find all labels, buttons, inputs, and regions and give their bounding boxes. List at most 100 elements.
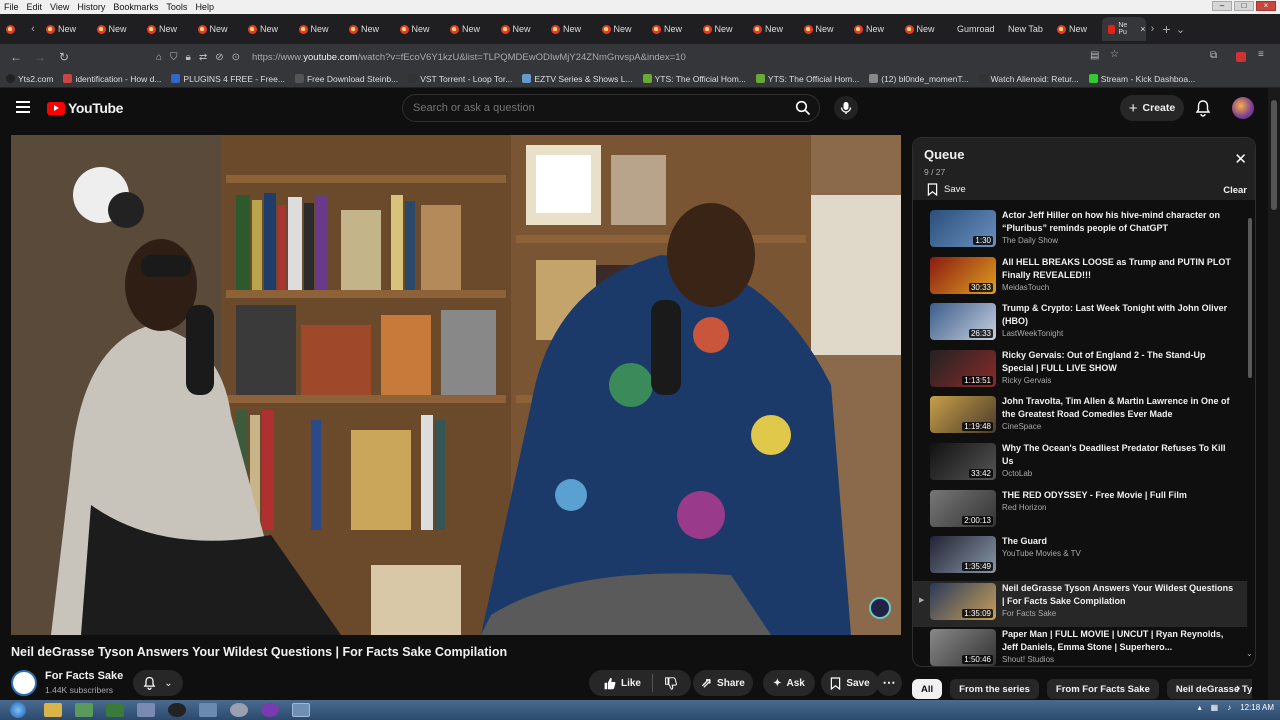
tab-gumroad[interactable]: Gumroad (949, 17, 1000, 41)
bookmark-item[interactable]: YTS: The Official Hom... (642, 74, 746, 84)
tracking-icon[interactable]: ⊘ (215, 52, 223, 63)
site-info-icon[interactable]: ⊙ (232, 52, 240, 63)
chips-next-icon[interactable]: › (1236, 680, 1240, 695)
permissions-icon[interactable]: ⇄ (199, 52, 207, 63)
browser-tab[interactable]: New (747, 17, 798, 41)
queue-scrollbar-thumb[interactable] (1248, 218, 1252, 378)
queue-scrollbar[interactable]: ⌄ (1246, 214, 1254, 658)
taskbar-explorer-icon[interactable] (44, 703, 62, 717)
taskbar-app-icon[interactable] (168, 703, 186, 717)
browser-tab[interactable]: New (495, 17, 546, 41)
queue-clear-button[interactable]: Clear (1223, 185, 1247, 196)
reader-view-icon[interactable]: ▤ (1090, 50, 1099, 61)
menu-view[interactable]: View (46, 2, 73, 12)
chip-all[interactable]: All (912, 679, 943, 699)
scroll-down-icon[interactable]: ⌄ (1246, 649, 1253, 658)
bookmark-item[interactable]: EZTV Series & Shows L... (522, 74, 633, 84)
tab-new-tab[interactable]: New Tab (1000, 17, 1051, 41)
address-bar[interactable]: ⌂ ⛉ 🔒︎ ⇄ ⊘ ⊙ https://www.youtube.com/wat… (150, 46, 1130, 68)
taskbar-browser-icon[interactable] (292, 703, 310, 717)
bookmark-item[interactable]: identification - How d... (63, 74, 161, 84)
browser-tab[interactable]: New (293, 17, 344, 41)
browser-tab[interactable]: New (545, 17, 596, 41)
channel-avatar[interactable] (11, 670, 37, 696)
browser-tab[interactable]: New (899, 17, 950, 41)
chip-from-channel[interactable]: From For Facts Sake (1046, 679, 1159, 699)
queue-item[interactable]: 1:30 Actor Jeff Hiller on how his hive-m… (913, 208, 1247, 255)
browser-tab[interactable]: New (798, 17, 849, 41)
search-input[interactable] (403, 102, 773, 114)
taskbar-app-icon[interactable] (199, 703, 217, 717)
bookmark-item[interactable]: YTS: The Official Hom... (755, 74, 859, 84)
ask-button[interactable]: ✦ Ask (763, 670, 815, 696)
url-text[interactable]: https://www.youtube.com/watch?v=fEcoV6Y1… (252, 52, 686, 63)
search-box[interactable] (402, 94, 820, 122)
taskbar-app-icon[interactable] (137, 703, 155, 717)
bookmark-item[interactable]: Watch Alienoid: Retur... (978, 74, 1079, 84)
forward-icon[interactable]: → (28, 50, 52, 64)
close-queue-icon[interactable]: ✕ (1234, 150, 1247, 168)
menu-edit[interactable]: Edit (23, 2, 47, 12)
tab-active-youtube[interactable]: Ne Pu × (1101, 17, 1146, 41)
menu-tools[interactable]: Tools (162, 2, 191, 12)
channel-watermark-icon[interactable] (869, 597, 891, 619)
browser-tab[interactable]: New (394, 17, 445, 41)
browser-tab[interactable]: New (343, 17, 394, 41)
thumbs-down-icon[interactable] (664, 676, 677, 690)
bookmark-star-icon[interactable]: ☆ (1110, 49, 1119, 60)
tab-pinned[interactable] (0, 17, 26, 41)
queue-item[interactable]: 1:19:48 John Travolta, Tim Allen & Marti… (913, 394, 1247, 441)
menu-icon[interactable]: ≡ (1258, 49, 1264, 60)
page-scrollbar[interactable] (1268, 88, 1280, 700)
chip-from-series[interactable]: From the series (950, 679, 1039, 699)
subscribed-notifications-button[interactable]: ⌄ (133, 670, 183, 696)
queue-item[interactable]: 1:13:51 Ricky Gervais: Out of England 2 … (913, 348, 1247, 395)
taskbar-app-icon[interactable] (261, 703, 279, 717)
back-icon[interactable]: ← (4, 50, 28, 64)
tray-network-icon[interactable]: ▦ (1211, 703, 1219, 712)
home-icon[interactable]: ⌂ (156, 52, 162, 63)
start-button[interactable] (10, 702, 26, 718)
queue-item[interactable]: 30:33 All HELL BREAKS LOOSE as Trump and… (913, 255, 1247, 302)
user-avatar[interactable] (1232, 97, 1254, 119)
tab-list-icon[interactable]: ⌄ (1174, 23, 1188, 36)
clock[interactable]: 12:18 AM (1240, 703, 1274, 712)
menu-history[interactable]: History (73, 2, 109, 12)
taskbar-app-icon[interactable] (106, 703, 124, 717)
new-tab-icon[interactable]: + (1160, 21, 1174, 37)
browser-tab[interactable]: New (91, 17, 142, 41)
scrollbar-thumb[interactable] (1271, 100, 1277, 210)
extensions-icon[interactable]: ⧉ (1210, 50, 1217, 61)
maximize-button[interactable]: □ (1234, 1, 1254, 11)
browser-tab[interactable]: New (596, 17, 647, 41)
bookmark-item[interactable]: Stream - Kick Dashboa... (1088, 74, 1195, 84)
browser-tab[interactable]: New (697, 17, 748, 41)
create-button[interactable]: + Create (1120, 95, 1184, 121)
queue-item[interactable]: 2:00:13 THE RED ODYSSEY - Free Movie | F… (913, 488, 1247, 535)
video-player[interactable] (11, 135, 901, 635)
queue-item-current[interactable]: ▶ 1:35:09 Neil deGrasse Tyson Answers Yo… (913, 580, 1247, 628)
voice-search-button[interactable] (834, 96, 858, 120)
queue-item[interactable]: 33:42 Why The Ocean's Deadliest Predator… (913, 441, 1247, 488)
bookmark-item[interactable]: VST Torrent - Loop Tor... (408, 74, 512, 84)
queue-item[interactable]: 1:50:46 Paper Man | FULL MOVIE | UNCUT |… (913, 627, 1247, 666)
channel-name[interactable]: For Facts Sake (45, 670, 123, 682)
tab-scroll-left-icon[interactable]: ‹ (26, 23, 40, 35)
browser-tab[interactable]: New (141, 17, 192, 41)
share-button[interactable]: ⇗ Share (693, 670, 753, 696)
bookmark-item[interactable]: Yts2.com (6, 74, 53, 84)
browser-tab[interactable]: New (848, 17, 899, 41)
queue-save-button[interactable]: Save (927, 183, 966, 196)
menu-bookmarks[interactable]: Bookmarks (109, 2, 162, 12)
bookmark-item[interactable]: (12) bl0nde_momenT... (869, 74, 969, 84)
browser-tab[interactable]: New (646, 17, 697, 41)
menu-help[interactable]: Help (191, 2, 218, 12)
menu-file[interactable]: File (0, 2, 23, 12)
save-button[interactable]: Save (821, 670, 879, 696)
youtube-logo[interactable]: YouTube (47, 100, 123, 116)
minimize-button[interactable]: – (1212, 1, 1232, 11)
browser-tab[interactable]: New (192, 17, 243, 41)
extension-red-icon[interactable] (1236, 52, 1246, 62)
browser-tab[interactable]: New (444, 17, 495, 41)
bookmark-item[interactable]: Free Download Steinb... (294, 74, 398, 84)
